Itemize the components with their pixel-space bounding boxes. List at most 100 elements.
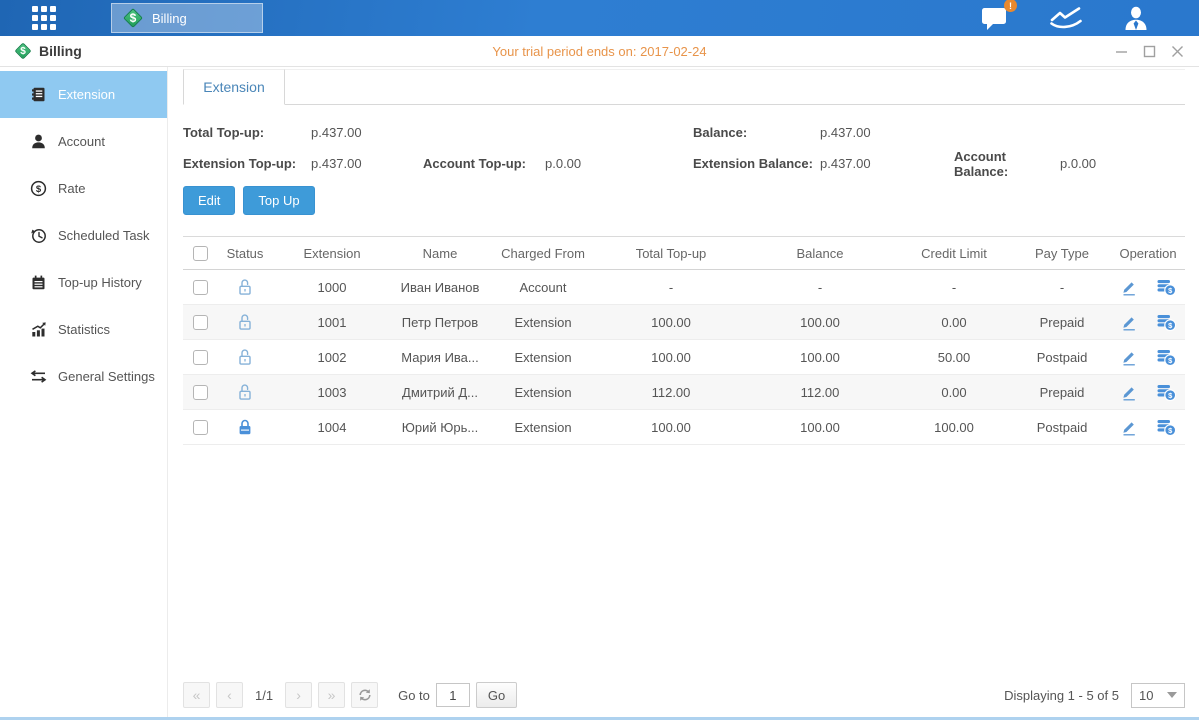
sidebar-item-topup-history[interactable]: Top-up History (0, 259, 167, 306)
sidebar-item-extension[interactable]: Extension (0, 71, 167, 118)
status-lock-icon (237, 278, 253, 296)
credit-limit-cell: 100.00 (895, 410, 1013, 445)
sidebar-item-general-settings[interactable]: General Settings (0, 353, 167, 400)
main-panel: Extension Total Top-up: p.437.00 Balance… (168, 67, 1199, 717)
pay-type-cell: Prepaid (1013, 375, 1111, 410)
sidebar-item-scheduled-task[interactable]: Scheduled Task (0, 212, 167, 259)
statistics-icon (30, 321, 47, 338)
sidebar-item-statistics[interactable]: Statistics (0, 306, 167, 353)
edit-icon[interactable] (1120, 313, 1138, 331)
goto-page-input[interactable] (436, 683, 470, 707)
row-checkbox[interactable] (193, 315, 208, 330)
credit-limit-cell: 0.00 (895, 375, 1013, 410)
apps-grid-icon[interactable] (27, 5, 61, 31)
billing-window: $ Billing ! (0, 0, 1199, 720)
unlocked-icon (237, 278, 253, 296)
sidebar-item-label: Rate (58, 181, 85, 196)
balance-cell: 100.00 (745, 340, 895, 375)
total-topup-cell: 100.00 (597, 340, 745, 375)
topup-icon[interactable]: $ (1156, 348, 1176, 366)
page-indicator: 1/1 (255, 688, 273, 703)
edit-button[interactable]: Edit (183, 186, 235, 215)
table-header-row: Status Extension Name Charged From Total… (183, 237, 1185, 270)
notification-badge: ! (1004, 0, 1017, 12)
locked-icon (237, 418, 253, 436)
go-button[interactable]: Go (476, 682, 517, 708)
row-checkbox[interactable] (193, 350, 208, 365)
trial-notice: Your trial period ends on: 2017-02-24 (0, 44, 1199, 59)
billing-title-icon: $ (14, 42, 32, 60)
charged-from-cell: Extension (489, 340, 597, 375)
table-row: 1002 Мария Ива... Extension 100.00 100.0… (183, 340, 1185, 375)
pay-type-cell: Prepaid (1013, 305, 1111, 340)
table-row: 1004 Юрий Юрь... Extension 100.00 100.00… (183, 410, 1185, 445)
close-icon[interactable] (1169, 43, 1185, 59)
sidebar-item-label: Scheduled Task (58, 228, 150, 243)
chat-icon[interactable]: ! (981, 5, 1009, 31)
svg-text:$: $ (36, 184, 42, 195)
status-lock-icon (237, 313, 253, 331)
maximize-icon[interactable] (1141, 43, 1157, 59)
topup-icon[interactable]: $ (1156, 418, 1176, 436)
account-icon (30, 133, 47, 150)
billing-app-icon: $ (122, 7, 144, 29)
balance-label: Balance: (693, 125, 820, 140)
refresh-button[interactable] (351, 682, 378, 708)
table-row: 1001 Петр Петров Extension 100.00 100.00… (183, 305, 1185, 340)
next-page-button[interactable]: › (285, 682, 312, 708)
unlocked-icon (237, 348, 253, 366)
edit-icon[interactable] (1120, 278, 1138, 296)
chart-icon[interactable] (1049, 6, 1083, 30)
edit-icon[interactable] (1120, 418, 1138, 436)
credit-limit-cell: - (895, 270, 1013, 305)
first-page-button[interactable]: « (183, 682, 210, 708)
top-up-button[interactable]: Top Up (243, 186, 314, 215)
taskbar-tab-billing[interactable]: $ Billing (111, 3, 263, 33)
tab-extension[interactable]: Extension (183, 69, 285, 105)
select-all-checkbox[interactable] (193, 246, 208, 261)
status-lock-icon (237, 383, 253, 401)
extension-balance-value: p.437.00 (820, 156, 954, 171)
page-size-select[interactable]: 10 (1131, 683, 1185, 708)
extension-cell: 1003 (273, 375, 391, 410)
topup-icon[interactable]: $ (1156, 313, 1176, 331)
row-checkbox[interactable] (193, 385, 208, 400)
last-page-button[interactable]: » (318, 682, 345, 708)
table-row: 1000 Иван Иванов Account - - - - $ (183, 270, 1185, 305)
balance-cell: 100.00 (745, 410, 895, 445)
pay-type-cell: Postpaid (1013, 410, 1111, 445)
pay-type-cell: - (1013, 270, 1111, 305)
user-icon[interactable] (1123, 5, 1149, 31)
total-topup-value: p.437.00 (311, 125, 423, 140)
name-cell: Петр Петров (391, 305, 489, 340)
prev-page-button[interactable]: ‹ (216, 682, 243, 708)
topup-icon[interactable]: $ (1156, 383, 1176, 401)
col-balance: Balance (745, 237, 895, 270)
sidebar-item-label: Account (58, 134, 105, 149)
sidebar-item-account[interactable]: Account (0, 118, 167, 165)
account-balance-label: Account Balance: (954, 149, 1060, 179)
total-topup-cell: 100.00 (597, 410, 745, 445)
paging-toolbar: « ‹ 1/1 › » Go to Go Displaying (183, 682, 1185, 708)
extension-topup-value: p.437.00 (311, 156, 423, 171)
sidebar-item-rate[interactable]: $ Rate (0, 165, 167, 212)
extension-icon (30, 86, 47, 103)
sidebar-item-label: Statistics (58, 322, 110, 337)
rate-icon: $ (30, 180, 47, 197)
total-topup-cell: - (597, 270, 745, 305)
status-lock-icon (237, 348, 253, 366)
taskbar-tab-label: Billing (152, 11, 187, 26)
edit-icon[interactable] (1120, 383, 1138, 401)
extension-table: Status Extension Name Charged From Total… (183, 236, 1185, 445)
edit-icon[interactable] (1120, 348, 1138, 366)
scheduled-task-icon (30, 227, 47, 244)
unlocked-icon (237, 313, 253, 331)
topup-icon[interactable]: $ (1156, 278, 1176, 296)
minimize-icon[interactable] (1113, 43, 1129, 59)
row-checkbox[interactable] (193, 420, 208, 435)
name-cell: Мария Ива... (391, 340, 489, 375)
topup-history-icon (30, 274, 47, 291)
chevron-down-icon (1167, 692, 1177, 698)
row-checkbox[interactable] (193, 280, 208, 295)
extension-topup-label: Extension Top-up: (183, 156, 311, 171)
